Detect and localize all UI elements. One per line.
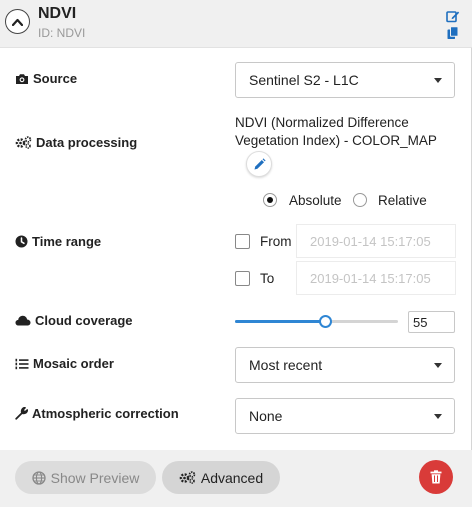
from-date-placeholder: 2019-01-14 15:17:05 xyxy=(310,233,431,249)
list-ordered-icon xyxy=(15,358,29,369)
cloud-coverage-value: 55 xyxy=(413,314,428,330)
from-date-input[interactable]: 2019-01-14 15:17:05 xyxy=(296,224,456,258)
trash-icon xyxy=(430,470,442,484)
cloud-coverage-input[interactable]: 55 xyxy=(408,311,455,333)
advanced-button[interactable]: Advanced xyxy=(162,461,280,494)
source-label-row: Source xyxy=(15,71,77,86)
time-range-label: Time range xyxy=(32,234,102,249)
layer-header: NDVI ID: NDVI xyxy=(0,0,472,48)
panel-footer: Show Preview Advanced xyxy=(0,450,472,507)
cloud-icon xyxy=(15,315,31,326)
atmospheric-correction-select[interactable]: None xyxy=(235,398,455,434)
absolute-radio-label: Absolute xyxy=(289,193,342,208)
source-select[interactable]: Sentinel S2 - L1C xyxy=(235,62,455,98)
data-processing-value: NDVI (Normalized Difference Vegetation I… xyxy=(235,115,437,148)
to-date-placeholder: 2019-01-14 15:17:05 xyxy=(310,270,431,286)
cloud-coverage-slider[interactable] xyxy=(235,315,398,328)
layer-title: NDVI xyxy=(38,5,77,22)
relative-radio[interactable] xyxy=(353,193,367,207)
source-value: Sentinel S2 - L1C xyxy=(249,72,359,88)
cloud-coverage-label: Cloud coverage xyxy=(35,313,133,328)
atmospheric-correction-label: Atmospheric correction xyxy=(32,406,179,421)
show-preview-button[interactable]: Show Preview xyxy=(15,461,156,494)
source-label: Source xyxy=(33,71,78,86)
layer-panel: NDVI ID: NDVI Source Sentinel S2 - L1C D… xyxy=(0,0,472,507)
to-label: To xyxy=(260,271,275,286)
data-processing-label: Data processing xyxy=(36,135,138,150)
camera-icon xyxy=(16,73,28,84)
to-checkbox[interactable] xyxy=(235,271,250,286)
mosaic-order-select[interactable]: Most recent xyxy=(235,347,455,383)
atmospheric-correction-label-row: Atmospheric correction xyxy=(15,406,179,421)
mosaic-order-label-row: Mosaic order xyxy=(15,356,114,371)
wrench-icon xyxy=(15,407,28,420)
copy-icon[interactable] xyxy=(446,26,460,40)
cloud-coverage-label-row: Cloud coverage xyxy=(15,313,133,328)
delete-button[interactable] xyxy=(419,460,453,494)
from-checkbox[interactable] xyxy=(235,234,250,249)
pencil-icon xyxy=(254,157,266,169)
edit-icon[interactable] xyxy=(446,9,460,23)
collapse-button[interactable] xyxy=(5,9,30,34)
mosaic-order-value: Most recent xyxy=(249,357,323,373)
show-preview-label: Show Preview xyxy=(50,469,140,486)
layer-id: ID: NDVI xyxy=(38,26,86,40)
from-label: From xyxy=(260,234,292,249)
cogs-icon xyxy=(179,471,196,484)
mosaic-order-label: Mosaic order xyxy=(33,356,114,371)
edit-processing-button[interactable] xyxy=(246,151,272,177)
relative-radio-label: Relative xyxy=(378,193,427,208)
cloud-coverage-slider-fill xyxy=(235,320,325,323)
cloud-coverage-slider-thumb[interactable] xyxy=(318,315,332,328)
advanced-label: Advanced xyxy=(200,469,264,486)
chevron-up-icon xyxy=(12,18,23,26)
atmospheric-correction-value: None xyxy=(249,408,283,424)
chevron-down-icon xyxy=(434,414,442,419)
globe-icon xyxy=(31,470,46,485)
clock-icon xyxy=(15,235,28,248)
time-range-label-row: Time range xyxy=(15,234,101,249)
data-processing-label-row: Data processing xyxy=(15,135,137,150)
chevron-down-icon xyxy=(434,78,442,83)
cogs-icon xyxy=(15,136,32,149)
chevron-down-icon xyxy=(434,363,442,368)
absolute-radio[interactable] xyxy=(263,193,277,207)
to-date-input[interactable]: 2019-01-14 15:17:05 xyxy=(296,261,456,295)
